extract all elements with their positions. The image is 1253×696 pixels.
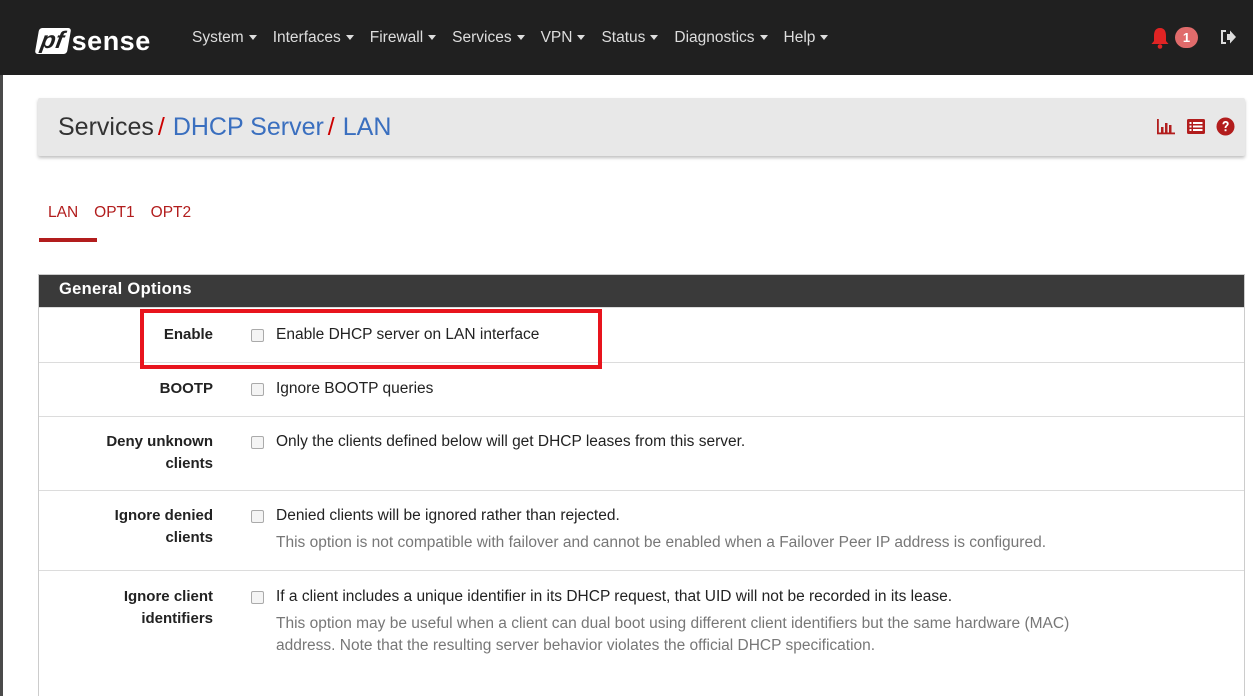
menu-interfaces[interactable]: Interfaces	[273, 29, 354, 47]
help-question-icon[interactable]	[1216, 117, 1235, 140]
menu-diagnostics-label: Diagnostics	[674, 29, 755, 46]
deny-unknown-checkbox[interactable]	[251, 435, 264, 449]
ignore-denied-label-line2: clients	[165, 529, 213, 546]
menu-services[interactable]: Services	[452, 29, 525, 47]
menu-system[interactable]: System	[192, 29, 257, 47]
enable-dhcp-checkbox-label[interactable]: Enable DHCP server on LAN interface	[276, 324, 539, 346]
form-row-ignore-client-identifiers: Ignore client identifiers If a client in…	[39, 570, 1244, 670]
tab-opt2[interactable]: OPT2	[151, 204, 191, 222]
breadcrumb: Services / DHCP Server / LAN	[58, 113, 391, 142]
ignore-denied-field: Denied clients will be ignored rather th…	[251, 505, 1046, 554]
caret-down-icon	[577, 35, 586, 41]
enable-dhcp-checkbox[interactable]	[251, 328, 264, 342]
deny-unknown-label-line1: Deny unknown	[106, 433, 213, 450]
menu-status[interactable]: Status	[601, 29, 659, 47]
form-row-deny-unknown: Deny unknown clients Only the clients de…	[39, 416, 1244, 490]
menu-services-label: Services	[452, 29, 512, 46]
ignore-bootp-checkbox[interactable]	[251, 382, 264, 396]
logo-pf: pf	[34, 27, 71, 54]
caret-down-icon	[516, 35, 525, 41]
ignore-denied-checkbox[interactable]	[251, 509, 264, 523]
menu-vpn[interactable]: VPN	[541, 29, 586, 47]
page-header: Services / DHCP Server / LAN	[38, 98, 1245, 156]
deny-unknown-checkbox-label[interactable]: Only the clients defined below will get …	[276, 431, 745, 453]
enable-label: Enable	[163, 326, 213, 343]
caret-down-icon	[428, 35, 437, 41]
ignore-client-identifiers-label: Ignore client identifiers	[63, 586, 213, 630]
breadcrumb-separator: /	[157, 113, 165, 141]
ignore-client-identifiers-checkbox[interactable]	[251, 590, 264, 604]
logout-icon[interactable]	[1219, 27, 1237, 51]
menu-system-label: System	[192, 29, 244, 46]
ignore-bootp-checkbox-label[interactable]: Ignore BOOTP queries	[276, 378, 433, 400]
bar-chart-icon[interactable]	[1156, 118, 1176, 140]
menu-help[interactable]: Help	[784, 29, 829, 47]
ignore-denied-checkbox-label[interactable]: Denied clients will be ignored rather th…	[276, 505, 620, 527]
notification-count-badge[interactable]: 1	[1175, 27, 1198, 48]
bootp-label: BOOTP	[159, 380, 213, 397]
window-left-edge	[0, 0, 3, 696]
form-row-ignore-denied: Ignore denied clients Denied clients wil…	[39, 490, 1244, 570]
header-icons	[1156, 117, 1235, 140]
panel-title: General Options	[39, 275, 1244, 307]
ignore-denied-label: Ignore denied clients	[63, 505, 213, 549]
ignore-denied-help-text: This option is not compatible with failo…	[276, 534, 1046, 551]
general-options-panel: General Options Enable Enable DHCP serve…	[38, 274, 1245, 696]
menu-diagnostics[interactable]: Diagnostics	[674, 29, 768, 47]
ignore-client-help-line2: address. Note that the resulting server …	[276, 637, 876, 654]
menu-firewall-label: Firewall	[369, 29, 424, 46]
caret-down-icon	[650, 35, 659, 41]
top-navbar: pf sense System Interfaces Firewall Serv…	[0, 0, 1253, 75]
enable-field: Enable DHCP server on LAN interface	[251, 324, 539, 346]
ignore-client-help-line1: This option may be useful when a client …	[276, 615, 1070, 632]
form-row-bootp: BOOTP Ignore BOOTP queries	[39, 362, 1244, 416]
tab-opt1[interactable]: OPT1	[94, 204, 134, 222]
pfsense-logo[interactable]: pf sense	[34, 25, 151, 56]
breadcrumb-services: Services	[58, 113, 154, 141]
caret-down-icon	[248, 35, 257, 41]
interface-tabs: LAN OPT1 OPT2	[48, 204, 207, 222]
breadcrumb-separator: /	[327, 113, 335, 141]
deny-unknown-label-line2: clients	[165, 455, 213, 472]
breadcrumb-dhcp-server[interactable]: DHCP Server	[173, 113, 324, 142]
menu-status-label: Status	[601, 29, 646, 46]
main-menu: System Interfaces Firewall Services VPN …	[192, 29, 844, 47]
ignore-client-identifiers-field: If a client includes a unique identifier…	[251, 586, 1069, 657]
tab-lan[interactable]: LAN	[48, 204, 78, 222]
ignore-denied-label-line1: Ignore denied	[114, 507, 213, 524]
active-tab-indicator	[39, 238, 97, 242]
caret-down-icon	[759, 35, 768, 41]
ignore-client-identifiers-checkbox-label[interactable]: If a client includes a unique identifier…	[276, 586, 952, 608]
caret-down-icon	[820, 35, 829, 41]
caret-down-icon	[345, 35, 354, 41]
bell-icon[interactable]	[1150, 27, 1170, 53]
log-list-icon[interactable]	[1186, 118, 1206, 139]
ignore-client-label-line1: Ignore client	[123, 588, 213, 605]
form-row-enable: Enable Enable DHCP server on LAN interfa…	[39, 307, 1244, 362]
menu-vpn-label: VPN	[540, 29, 573, 46]
deny-unknown-field: Only the clients defined below will get …	[251, 431, 745, 453]
deny-unknown-label: Deny unknown clients	[63, 431, 213, 475]
menu-help-label: Help	[783, 29, 816, 46]
bootp-field: Ignore BOOTP queries	[251, 378, 433, 400]
ignore-client-label-line2: identifiers	[141, 610, 213, 627]
menu-firewall[interactable]: Firewall	[369, 29, 437, 47]
breadcrumb-lan[interactable]: LAN	[343, 113, 392, 142]
menu-interfaces-label: Interfaces	[272, 29, 341, 46]
logo-sense: sense	[71, 25, 151, 56]
